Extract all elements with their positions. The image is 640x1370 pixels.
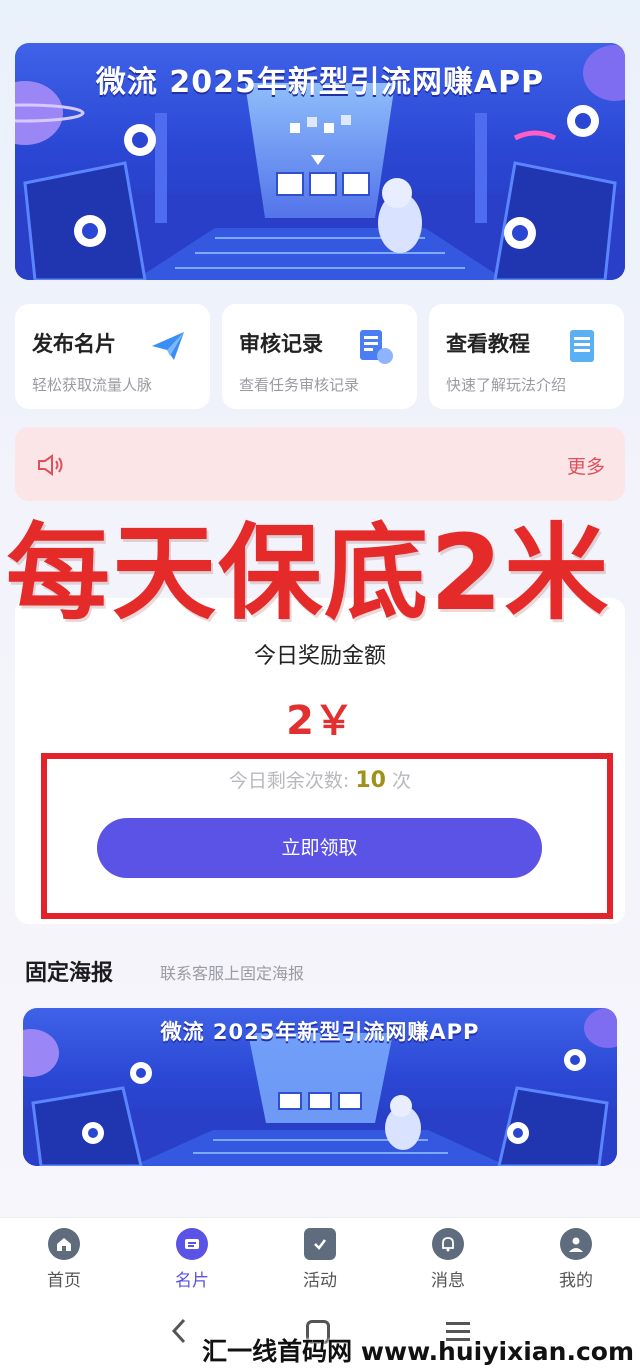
card-subtitle: 轻松获取流量人脉 — [32, 376, 153, 394]
nav-label: 首页 — [47, 1271, 81, 1291]
watermark-text: 汇一线首码网 www.huiyixian.com — [202, 1337, 634, 1366]
nav-item-profile[interactable]: 我的 — [536, 1228, 616, 1291]
bell-icon — [432, 1228, 464, 1260]
nav-item-activity[interactable]: 活动 — [280, 1228, 360, 1291]
speaker-icon — [38, 454, 63, 476]
card-tutorial[interactable]: 查看教程 快速了解玩法介绍 — [429, 304, 624, 409]
card-publish[interactable]: 发布名片 轻松获取流量人脉 — [15, 304, 210, 409]
nav-label: 名片 — [175, 1271, 209, 1291]
card-icon — [176, 1228, 208, 1260]
user-icon — [560, 1228, 592, 1260]
home-icon — [48, 1228, 80, 1260]
tutorial-doc-icon — [570, 330, 594, 362]
poster-section-subtitle: 联系客服上固定海报 — [160, 964, 305, 983]
banner-title: 微流 2025年新型引流网赚APP — [95, 65, 545, 100]
nav-item-messages[interactable]: 消息 — [408, 1228, 488, 1291]
card-subtitle: 查看任务审核记录 — [239, 376, 360, 394]
card-review[interactable]: 审核记录 查看任务审核记录 — [222, 304, 417, 409]
nav-item-home[interactable]: 首页 — [24, 1228, 104, 1291]
back-icon[interactable] — [168, 1316, 190, 1346]
nav-label: 消息 — [431, 1271, 465, 1291]
highlight-frame — [41, 753, 613, 919]
reward-title: 今日奖励金额 — [253, 644, 386, 669]
banner-title: 微流 2025年新型引流网赚APP — [160, 1020, 480, 1044]
bottom-nav: 首页 名片 活动 消息 我的 — [0, 1217, 640, 1300]
nav-item-card[interactable]: 名片 — [152, 1228, 232, 1291]
nav-label: 我的 — [559, 1271, 593, 1291]
activity-icon — [304, 1228, 336, 1260]
top-banner[interactable]: 微流 2025年新型引流网赚APP — [15, 43, 625, 280]
card-subtitle: 快速了解玩法介绍 — [446, 376, 567, 394]
document-review-icon — [360, 330, 393, 364]
poster-banner[interactable]: 微流 2025年新型引流网赚APP — [23, 1008, 617, 1166]
poster-section-title: 固定海报 — [25, 961, 114, 986]
more-link[interactable]: 更多 — [567, 452, 605, 479]
reward-amount: 2￥ — [286, 698, 354, 744]
promo-overlay-text: 每天保底2米 — [6, 512, 611, 634]
nav-label: 活动 — [303, 1271, 337, 1291]
paper-plane-icon — [152, 332, 184, 360]
